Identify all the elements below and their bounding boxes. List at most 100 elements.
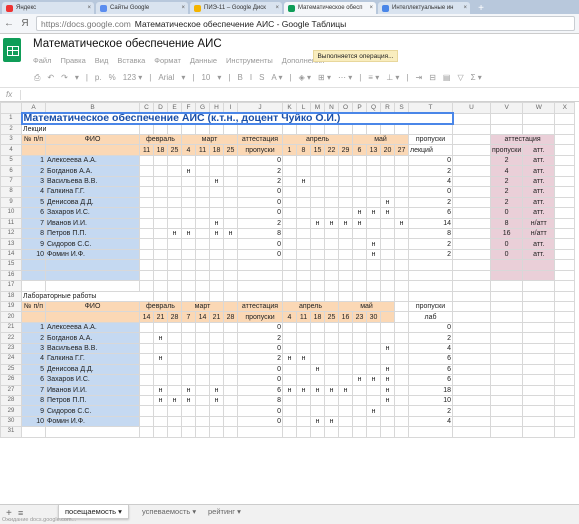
cell[interactable] bbox=[324, 227, 339, 240]
cell[interactable] bbox=[554, 112, 576, 125]
browser-tab[interactable]: ПИЭ-11 – Google Диск × bbox=[190, 2, 282, 14]
cell-attestation-absences[interactable]: 16 bbox=[489, 227, 524, 240]
cell[interactable] bbox=[394, 154, 409, 167]
cell[interactable] bbox=[282, 426, 297, 438]
cell[interactable] bbox=[209, 332, 224, 344]
cell[interactable] bbox=[310, 207, 325, 219]
cell-absences-attestation[interactable]: 0 bbox=[237, 321, 283, 334]
cell[interactable] bbox=[554, 342, 576, 355]
cell[interactable] bbox=[209, 290, 224, 303]
cell-absence-mark[interactable]: н bbox=[366, 405, 381, 417]
cell[interactable] bbox=[139, 374, 154, 386]
cell[interactable] bbox=[296, 154, 311, 167]
cell[interactable] bbox=[181, 426, 196, 438]
toolbar-item[interactable]: ⇥ bbox=[416, 73, 423, 82]
cell[interactable] bbox=[153, 165, 168, 177]
cell[interactable] bbox=[195, 165, 210, 177]
menu-item[interactable]: Инструменты bbox=[226, 56, 273, 65]
cell-absence-mark[interactable]: н bbox=[153, 332, 168, 344]
column-header[interactable]: X bbox=[554, 102, 576, 114]
cell[interactable] bbox=[522, 259, 556, 271]
cell[interactable] bbox=[223, 248, 238, 261]
cell[interactable] bbox=[522, 112, 556, 125]
cell[interactable] bbox=[338, 207, 353, 219]
cell[interactable] bbox=[139, 123, 154, 135]
toolbar-item[interactable]: % bbox=[109, 73, 116, 82]
cell[interactable] bbox=[338, 186, 353, 198]
cell[interactable]: № п/п bbox=[21, 300, 46, 313]
cell-number[interactable]: 3 bbox=[21, 175, 46, 188]
cell[interactable]: 14 bbox=[195, 311, 210, 323]
cell[interactable] bbox=[554, 311, 576, 323]
cell[interactable] bbox=[366, 321, 381, 334]
cell[interactable] bbox=[366, 394, 381, 407]
cell[interactable] bbox=[181, 363, 196, 376]
row-header[interactable]: 1 bbox=[0, 112, 22, 125]
cell-absences-attestation[interactable]: 0 bbox=[237, 207, 283, 219]
cell[interactable] bbox=[380, 186, 395, 198]
cell[interactable] bbox=[153, 123, 168, 135]
toolbar-item[interactable]: Arial bbox=[158, 73, 174, 82]
cell[interactable]: 11 bbox=[195, 144, 210, 156]
cell[interactable] bbox=[554, 196, 576, 209]
cell-number[interactable]: 8 bbox=[21, 227, 46, 240]
cell[interactable] bbox=[310, 269, 325, 282]
cell[interactable] bbox=[394, 269, 409, 282]
cell[interactable]: 13 bbox=[366, 144, 381, 156]
cell-absences-total[interactable]: 2 bbox=[408, 196, 453, 209]
cell[interactable] bbox=[380, 426, 395, 438]
cell[interactable] bbox=[139, 332, 154, 344]
cell[interactable] bbox=[380, 405, 395, 417]
cell[interactable] bbox=[223, 175, 238, 188]
row-header[interactable]: 10 bbox=[0, 207, 22, 219]
browser-tab[interactable]: Интеллектуальные ин × bbox=[378, 2, 470, 14]
cell[interactable] bbox=[310, 353, 325, 365]
cell[interactable] bbox=[394, 186, 409, 198]
cell[interactable] bbox=[282, 207, 297, 219]
cell[interactable] bbox=[139, 384, 154, 396]
cell[interactable] bbox=[223, 207, 238, 219]
row-header[interactable]: 3 bbox=[0, 133, 22, 146]
cell[interactable] bbox=[209, 280, 224, 292]
cell-absences-total[interactable]: 2 bbox=[408, 248, 453, 261]
cell[interactable] bbox=[310, 259, 325, 271]
cell-attestation-status[interactable]: атт. bbox=[522, 186, 556, 198]
row-header[interactable]: 28 bbox=[0, 394, 22, 407]
cell[interactable] bbox=[452, 165, 491, 177]
cell[interactable] bbox=[223, 217, 238, 229]
cell-absence-mark[interactable]: н bbox=[209, 227, 224, 240]
toolbar-item[interactable]: ⋯ ▾ bbox=[338, 73, 352, 82]
cell[interactable] bbox=[324, 259, 339, 271]
cell[interactable] bbox=[394, 415, 409, 428]
cell-absences-total[interactable]: 6 bbox=[408, 374, 453, 386]
cell-absences-attestation[interactable]: 0 bbox=[237, 186, 283, 198]
cell[interactable] bbox=[554, 259, 576, 271]
cell[interactable] bbox=[554, 144, 576, 156]
browser-tab[interactable]: Математическое обесп × bbox=[284, 2, 376, 14]
cell[interactable] bbox=[380, 321, 395, 334]
cell[interactable] bbox=[338, 415, 353, 428]
cell[interactable] bbox=[489, 321, 524, 334]
toolbar-item[interactable]: ⊟ bbox=[429, 73, 436, 82]
cell[interactable] bbox=[452, 227, 491, 240]
cell[interactable] bbox=[195, 384, 210, 396]
cell-absences-attestation[interactable]: 0 bbox=[237, 342, 283, 355]
cell[interactable] bbox=[394, 405, 409, 417]
cell[interactable]: 18 bbox=[153, 144, 168, 156]
cell[interactable] bbox=[522, 405, 556, 417]
cell[interactable] bbox=[282, 217, 297, 229]
row-header[interactable]: 24 bbox=[0, 353, 22, 365]
cell[interactable] bbox=[324, 238, 339, 250]
cell[interactable] bbox=[296, 363, 311, 376]
cell-number[interactable]: 2 bbox=[21, 165, 46, 177]
cell[interactable] bbox=[153, 154, 168, 167]
cell-attestation-status[interactable]: атт. bbox=[522, 175, 556, 188]
cell[interactable] bbox=[223, 353, 238, 365]
cell[interactable] bbox=[310, 186, 325, 198]
cell[interactable] bbox=[223, 300, 238, 313]
toolbar-item[interactable]: ⊞ ▾ bbox=[318, 73, 331, 82]
column-header[interactable]: L bbox=[296, 102, 311, 114]
cell[interactable] bbox=[380, 123, 395, 135]
cell[interactable] bbox=[195, 227, 210, 240]
cell-absence-mark[interactable]: н bbox=[366, 238, 381, 250]
